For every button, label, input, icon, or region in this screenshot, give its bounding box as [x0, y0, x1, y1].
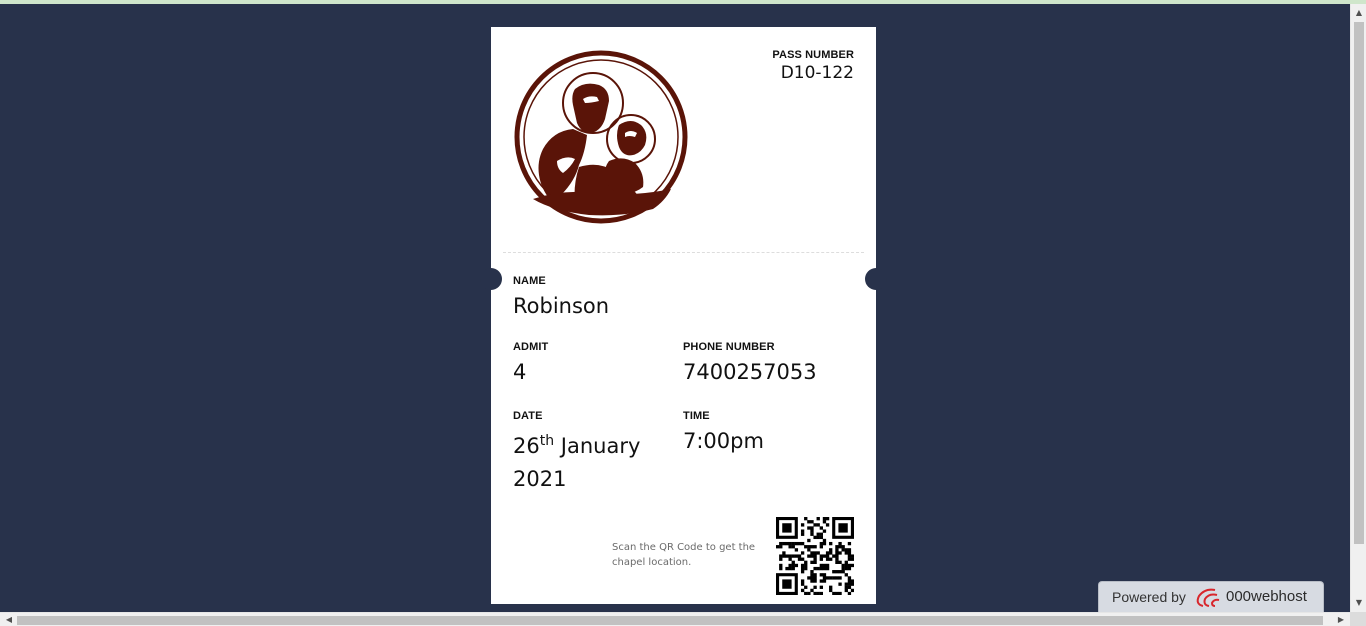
ticket-notch-left [480, 268, 502, 290]
admit-label: ADMIT [513, 341, 549, 353]
pass-number-value: D10-122 [780, 63, 854, 83]
powered-by-badge[interactable]: Powered by 000webhost [1098, 581, 1324, 612]
pass-number-label: PASS NUMBER [772, 49, 854, 61]
scroll-right-arrow-icon[interactable]: ▶ [1334, 613, 1348, 626]
horizontal-scrollbar[interactable]: ◀ ▶ [0, 612, 1350, 626]
phone-value: 7400257053 [683, 360, 817, 384]
ticket-notch-right [865, 268, 887, 290]
time-field: TIME 7:00pm [683, 410, 764, 458]
ticket-perforation [503, 252, 864, 253]
date-field: DATE 26th January 2021 [513, 410, 678, 496]
admit-field: ADMIT 4 [513, 341, 548, 389]
name-label: NAME [513, 275, 546, 287]
name-field: NAME Robinson [513, 275, 609, 323]
scroll-up-arrow-icon[interactable]: ▲ [1351, 6, 1366, 20]
name-value: Robinson [513, 294, 610, 318]
scan-instruction: Scan the QR Code to get the chapel locat… [612, 542, 756, 568]
horizontal-scroll-thumb[interactable] [17, 616, 1323, 625]
admit-value: 4 [513, 360, 527, 384]
saint-anthony-with-child-icon [514, 50, 688, 224]
time-label: TIME [683, 410, 710, 422]
qr-code-icon [776, 517, 854, 595]
scroll-down-arrow-icon[interactable]: ▼ [1351, 596, 1366, 610]
top-border [0, 0, 1366, 4]
date-value: 26th January 2021 [513, 425, 678, 496]
date-suffix: th [539, 433, 555, 449]
webhost-logo-icon [1196, 588, 1220, 607]
brand-name: 000webhost [1226, 588, 1307, 605]
vertical-scrollbar[interactable]: ▲ ▼ [1350, 4, 1366, 612]
scrollbar-corner [1350, 612, 1366, 626]
date-day: 26 [513, 434, 540, 458]
vertical-scroll-thumb[interactable] [1354, 22, 1364, 544]
pass-number-block: PASS NUMBER D10-122 [772, 49, 854, 83]
time-value: 7:00pm [683, 429, 764, 453]
phone-label: PHONE NUMBER [683, 341, 775, 353]
scroll-left-arrow-icon[interactable]: ◀ [2, 613, 16, 626]
event-pass-ticket: PASS NUMBER D10-122 NAME Robinson ADMIT … [480, 27, 887, 604]
date-label: DATE [513, 410, 543, 422]
powered-by-label: Powered by [1112, 589, 1186, 605]
phone-field: PHONE NUMBER 7400257053 [683, 341, 817, 389]
